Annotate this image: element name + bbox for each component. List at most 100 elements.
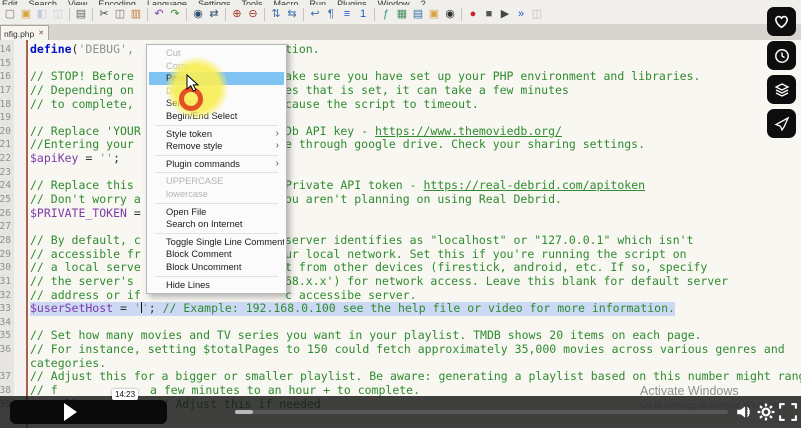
- code-line[interactable]: 23: [0, 166, 801, 180]
- undo-icon[interactable]: ↶: [152, 7, 166, 22]
- context-menu-item-block-uncomment[interactable]: Block Uncomment: [149, 261, 284, 274]
- folder-as-workspace-icon[interactable]: ▣: [427, 7, 441, 22]
- favorite-button[interactable]: [767, 7, 796, 36]
- tab-close-icon[interactable]: ✕: [38, 30, 44, 37]
- code-text: // Depending on: [30, 84, 141, 98]
- code-line[interactable]: 26$PRIVATE_TOKEN =: [0, 207, 801, 221]
- code-line[interactable]: 17 // Depending on es that is set, it can…: [0, 84, 801, 98]
- watch-later-button[interactable]: [767, 41, 796, 70]
- code-line[interactable]: 14define('DEBUG', tion.: [0, 43, 801, 57]
- code-line[interactable]: 27: [0, 220, 801, 234]
- code-text-right: Private API token - https://real-debrid.…: [285, 179, 645, 193]
- playlist-button[interactable]: [767, 75, 796, 104]
- code-text-right: ake sure you have set up your PHP enviro…: [285, 70, 700, 84]
- line-numbers-icon[interactable]: 1: [356, 7, 370, 22]
- code-line[interactable]: 35// Set how many movies and TV series y…: [0, 329, 801, 343]
- line-number: 29: [0, 248, 11, 262]
- line-number: 33: [0, 302, 11, 316]
- heart-icon: [773, 13, 790, 30]
- seek-bar[interactable]: [235, 410, 728, 414]
- code-token: es that is set, it can take a few minute…: [285, 83, 569, 97]
- toolbar-separator: [147, 8, 148, 21]
- play-macro-icon[interactable]: ▶: [498, 7, 512, 22]
- code-line[interactable]: 25// Don't worry aou aren't planning on …: [0, 193, 801, 207]
- replace-icon[interactable]: ⇄: [207, 7, 221, 22]
- code-line[interactable]: 16// STOP! Before ake sure you have set …: [0, 70, 801, 84]
- code-line[interactable]: 19: [0, 111, 801, 125]
- code-line[interactable]: 29// accessible frur local network. Set …: [0, 248, 801, 262]
- code-text-right: cause the script to timeout.: [285, 98, 479, 112]
- play-button[interactable]: [10, 400, 167, 424]
- code-text-right: es that is set, it can take a few minute…: [285, 84, 569, 98]
- code-token: $userSetHost: [30, 301, 113, 315]
- context-menu-item-style-token[interactable]: Style token: [149, 128, 284, 141]
- code-token: $PRIVATE_TOKEN: [30, 206, 127, 220]
- sync-scroll-vertical-icon[interactable]: ⇅: [269, 7, 283, 22]
- code-line[interactable]: 36// For instance, setting $totalPages t…: [0, 343, 801, 357]
- toolbar-separator: [69, 8, 70, 21]
- context-menu-item-block-comment[interactable]: Block Comment: [149, 248, 284, 261]
- function-list-icon[interactable]: ƒ: [379, 7, 393, 22]
- save-macro-icon[interactable]: ◫: [530, 7, 544, 22]
- show-all-characters-icon[interactable]: ¶: [324, 7, 338, 22]
- code-line[interactable]: 20// Replace 'YOURDb API key - https://w…: [0, 125, 801, 139]
- stop-macro-icon[interactable]: ■: [482, 7, 496, 22]
- overlay-buttons: [767, 7, 796, 138]
- code-line[interactable]: categories.: [0, 357, 801, 371]
- code-text: //Entering your: [30, 138, 141, 152]
- find-icon[interactable]: ◉: [191, 7, 205, 22]
- code-line[interactable]: 33$userSetHost = ''; // Example: 192.168…: [0, 302, 801, 316]
- code-line[interactable]: 21//Entering your e through google drive…: [0, 138, 801, 152]
- code-line[interactable]: 15: [0, 57, 801, 71]
- code-line[interactable]: 30// a local servet from other devices (…: [0, 261, 801, 275]
- code-line[interactable]: 24// Replace this Private API token - ht…: [0, 179, 801, 193]
- sync-scroll-horizontal-icon[interactable]: ⇆: [285, 7, 299, 22]
- code-line[interactable]: 22$apiKey = '';: [0, 152, 801, 166]
- copy-icon[interactable]: ◫: [113, 7, 127, 22]
- code-token: c accessibe server.: [285, 288, 417, 302]
- video-controls: [0, 396, 801, 428]
- save-icon[interactable]: ◧: [35, 7, 49, 22]
- code-line[interactable]: 32// address or ifc accessibe server.: [0, 289, 801, 303]
- document-list-icon[interactable]: ▤: [411, 7, 425, 22]
- code-line[interactable]: 31// the server's 68.x.x') for network a…: [0, 275, 801, 289]
- context-menu-item-toggle-single-line-comment[interactable]: Toggle Single Line Comment: [149, 236, 284, 249]
- context-menu-item-open-file[interactable]: Open File: [149, 206, 284, 219]
- code-line[interactable]: 34: [0, 316, 801, 330]
- context-menu-item-hide-lines[interactable]: Hide Lines: [149, 279, 284, 292]
- indent-guide-icon[interactable]: ≡: [340, 7, 354, 22]
- fullscreen-button[interactable]: [779, 403, 797, 421]
- run-macro-multiple-icon[interactable]: »: [514, 7, 528, 22]
- context-menu-item-remove-style[interactable]: Remove style: [149, 140, 284, 153]
- settings-button[interactable]: [757, 403, 775, 421]
- share-button[interactable]: [767, 109, 796, 138]
- volume-button[interactable]: [735, 403, 753, 421]
- word-wrap-icon[interactable]: ↩: [308, 7, 322, 22]
- code-editor[interactable]: 14define('DEBUG', tion.1516// STOP! Befo…: [0, 40, 801, 428]
- file-monitoring-icon[interactable]: ◉: [443, 7, 457, 22]
- cut-icon[interactable]: ✂: [97, 7, 111, 22]
- line-number: 28: [0, 234, 11, 248]
- new-file-icon[interactable]: ▢: [3, 7, 17, 22]
- line-number: 17: [0, 84, 11, 98]
- context-menu-item-plugin-commands[interactable]: Plugin commands: [149, 158, 284, 171]
- tab-config-php[interactable]: nfig.php ✕: [0, 25, 49, 41]
- code-line[interactable]: 18// to complete, cause the script to ti…: [0, 98, 801, 112]
- paste-icon[interactable]: ▥: [129, 7, 143, 22]
- toolbar-separator: [225, 8, 226, 21]
- code-token: Private API token -: [285, 178, 423, 192]
- save-all-icon[interactable]: ◫: [51, 7, 65, 22]
- document-map-icon[interactable]: ▦: [395, 7, 409, 22]
- code-text: // For instance, setting $totalPages to …: [30, 343, 785, 357]
- record-macro-icon[interactable]: ●: [466, 7, 480, 22]
- zoom-out-icon[interactable]: ⊖: [246, 7, 260, 22]
- context-menu-item-search-on-internet[interactable]: Search on Internet: [149, 218, 284, 231]
- open-file-icon[interactable]: ▣: [19, 7, 33, 22]
- code-lines: 14define('DEBUG', tion.1516// STOP! Befo…: [0, 43, 801, 411]
- code-line[interactable]: 37// Adjust this for a bigger or smaller…: [0, 370, 801, 384]
- redo-icon[interactable]: ↷: [168, 7, 182, 22]
- zoom-in-icon[interactable]: ⊕: [230, 7, 244, 22]
- print-icon[interactable]: ▤: [74, 7, 88, 22]
- code-line[interactable]: 28// By default, cserver identifies as "…: [0, 234, 801, 248]
- code-token: e through google drive. Check your shari…: [285, 137, 645, 151]
